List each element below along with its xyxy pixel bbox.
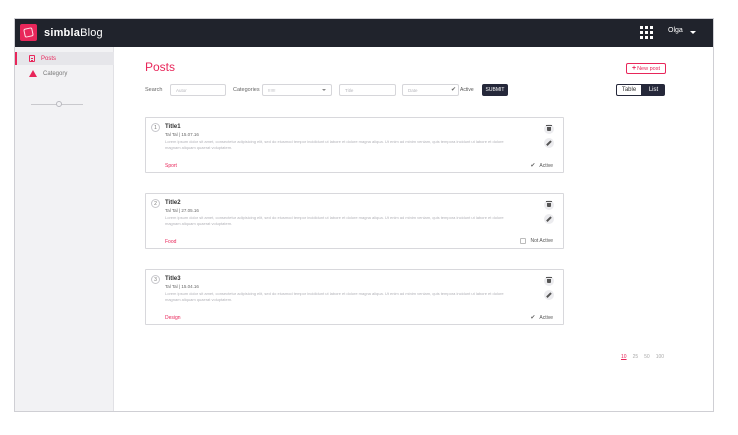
- post-number: 2: [151, 199, 160, 208]
- delete-button[interactable]: [544, 276, 554, 286]
- post-category[interactable]: Sport: [165, 163, 177, 169]
- pencil-icon: [546, 292, 552, 298]
- trash-icon: [546, 277, 552, 283]
- categories-label: Categories: [233, 87, 260, 93]
- table-view-button[interactable]: Table: [616, 84, 642, 96]
- post-excerpt: Lorem ipsum dolor sit amet, consectetur …: [165, 139, 504, 150]
- post-excerpt: Lorem ipsum dolor sit amet, consectetur …: [165, 215, 504, 226]
- list-view-button[interactable]: List: [642, 84, 665, 96]
- post-category[interactable]: Food: [165, 239, 176, 245]
- sidebar: Posts Category: [15, 47, 114, 411]
- edit-button[interactable]: [544, 214, 554, 224]
- post-category[interactable]: Design: [165, 315, 181, 321]
- edit-button[interactable]: [544, 138, 554, 148]
- app-window: simblaBlog Olga Posts Category Posts + N…: [14, 18, 714, 412]
- post-card: 1 Title1 Tal Tal | 15.07.16 Lorem ipsum …: [145, 117, 564, 173]
- post-status-checkbox[interactable]: Not Active: [520, 238, 553, 244]
- post-status-checkbox[interactable]: ✔ Active: [530, 162, 553, 170]
- post-status-label: Active: [539, 162, 553, 169]
- post-meta: Tal Tal | 15.07.16: [165, 132, 199, 137]
- post-meta: Tal Tal | 15.04.16: [165, 284, 199, 289]
- plus-icon: +: [631, 65, 637, 72]
- page-icon: [29, 55, 35, 62]
- post-status-checkbox[interactable]: ✔ Active: [530, 314, 553, 322]
- page-title: Posts: [145, 60, 176, 74]
- post-card: 2 Title2 Tal Tal | 27.05.16 Lorem ipsum …: [145, 193, 564, 249]
- post-number: 3: [151, 275, 160, 284]
- edit-button[interactable]: [544, 290, 554, 300]
- post-title[interactable]: Title2: [165, 200, 181, 206]
- user-menu-name[interactable]: Olga: [668, 27, 683, 34]
- post-number: 1: [151, 123, 160, 132]
- page-size-selector: 10 25 50 100: [621, 354, 664, 360]
- logo-icon: [20, 24, 37, 41]
- new-post-button[interactable]: + New post: [626, 63, 666, 74]
- post-excerpt: Lorem ipsum dolor sit amet, consectetur …: [165, 291, 504, 302]
- sidebar-item-label: Category: [43, 70, 68, 77]
- page-size-option[interactable]: 10: [621, 354, 627, 360]
- new-post-label: New post: [637, 65, 661, 72]
- sidebar-item-label: Posts: [41, 55, 57, 62]
- active-filter-checkbox[interactable]: ✔ Active: [451, 86, 474, 94]
- delete-button[interactable]: [544, 124, 554, 134]
- pencil-icon: [546, 140, 552, 146]
- triangle-icon: [29, 70, 37, 77]
- chevron-down-icon: [322, 89, 326, 91]
- brand-name-bold: simbla: [44, 26, 81, 39]
- sidebar-item-category[interactable]: Category: [15, 67, 114, 80]
- sidebar-collapse-handle[interactable]: [56, 101, 62, 107]
- sidebar-item-posts[interactable]: Posts: [15, 52, 114, 65]
- post-status-label: Not Active: [530, 238, 553, 244]
- pencil-icon: [546, 216, 552, 222]
- post-title[interactable]: Title3: [165, 276, 181, 282]
- categories-select[interactable]: !!!!!!: [262, 84, 332, 96]
- submit-button[interactable]: SUBMIT: [482, 84, 508, 96]
- page-size-option[interactable]: 100: [656, 354, 664, 360]
- categories-value: !!!!!!: [268, 87, 276, 93]
- brand-name-light: Blog: [80, 26, 103, 39]
- checkmark-icon: ✔: [530, 315, 536, 321]
- checkmark-icon: ✔: [530, 163, 536, 169]
- top-navbar: simblaBlog Olga: [15, 19, 713, 47]
- post-card: 3 Title3 Tal Tal | 15.04.16 Lorem ipsum …: [145, 269, 564, 325]
- delete-button[interactable]: [544, 200, 554, 210]
- trash-icon: [546, 125, 552, 131]
- post-status-label: Active: [539, 314, 553, 321]
- author-input[interactable]: Autor: [170, 84, 226, 96]
- brand-logo[interactable]: simblaBlog: [20, 24, 103, 41]
- apps-grid-icon[interactable]: [640, 26, 653, 39]
- page-size-option[interactable]: 25: [633, 354, 639, 360]
- view-toggle: Table List: [616, 84, 665, 96]
- post-title[interactable]: Title1: [165, 124, 181, 130]
- checkbox-empty-icon: [520, 238, 527, 244]
- page-size-option[interactable]: 50: [644, 354, 650, 360]
- search-label: Search: [145, 87, 163, 93]
- active-filter-label: Active: [460, 86, 474, 93]
- checkmark-icon: ✔: [451, 87, 457, 93]
- trash-icon: [546, 201, 552, 207]
- title-input[interactable]: Title: [339, 84, 396, 96]
- brand-name: simblaBlog: [44, 27, 103, 39]
- chevron-down-icon[interactable]: [690, 31, 696, 34]
- post-meta: Tal Tal | 27.05.16: [165, 208, 199, 213]
